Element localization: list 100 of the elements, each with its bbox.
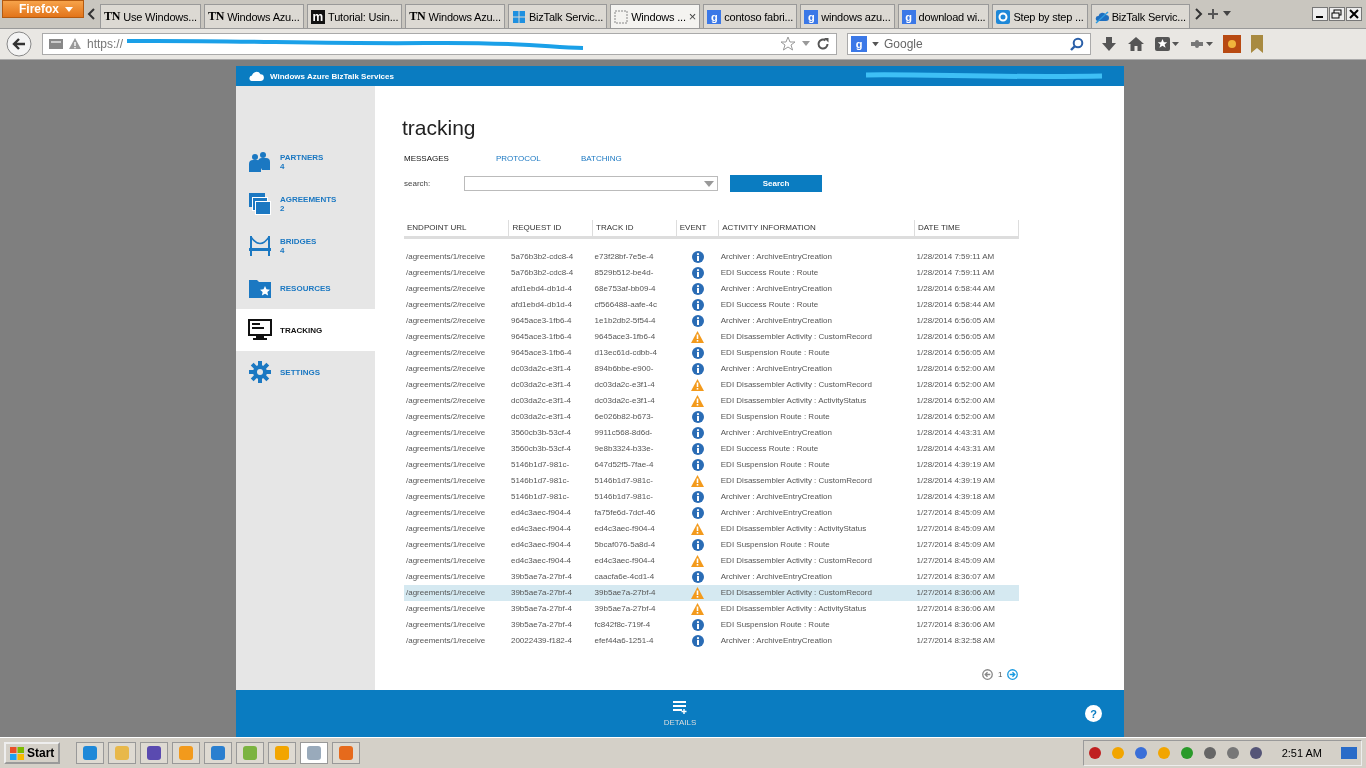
table-row[interactable]: /agreements/1/receive ed4c3aec-f904-4 5bcaf076-5a8d-4 EDI Suspension Route : Route 1/27/2014 8:45:09 AM [404,537,1019,553]
sidebar-item[interactable]: PARTNERS 4 [236,141,375,183]
table-row[interactable]: /agreements/1/receive ed4c3aec-f904-4 ed4c3aec-f904-4 EDI Disassembler Activity : CustomRecord 1/27/2014 8:45:09 AM [404,553,1019,569]
download-icon[interactable] [1101,36,1117,52]
browser-tab[interactable]: g contoso fabri... [703,4,798,28]
taskbar-app-icon[interactable] [332,742,361,764]
column-header[interactable]: EVENT [676,220,719,238]
column-header[interactable]: ACTIVITY INFORMATION [718,220,915,238]
previous-page-icon[interactable] [982,669,993,680]
table-row[interactable]: /agreements/1/receive 5146b1d7-981c- 5146b1d7-981c- EDI Disassembler Activity : CustomRecord 1/28/2014 4:39:19 AM [404,473,1019,489]
taskbar-app-icon[interactable] [172,742,201,764]
table-row[interactable]: /agreements/1/receive 39b5ae7a-27bf-4 caacfa6e-4cd1-4 Archiver : ArchiveEntryCreation 1/27/2014 8:36:07 AM [404,569,1019,585]
table-row[interactable]: /agreements/2/receive 9645ace3-1fb6-4 1e1b2db2-5f54-4 Archiver : ArchiveEntryCreation 1/28/2014 6:56:05 AM [404,313,1019,329]
table-row[interactable]: /agreements/1/receive 3560cb3b-53cf-4 9e8b3324-b33e- EDI Success Route : Route 1/28/2014 4:43:31 AM [404,441,1019,457]
browser-tab[interactable]: TN Windows Azu... [405,4,505,28]
tray-icon[interactable] [1225,746,1240,760]
caret-icon[interactable] [872,41,879,47]
table-row[interactable]: /agreements/2/receive dc03da2c-e3f1-4 dc03da2c-e3f1-4 EDI Disassembler Activity : ActivityStatus 1/28/2014 6:52:00 AM [404,393,1019,409]
browser-tab[interactable]: TN Windows Azu... [203,4,304,28]
browser-tab[interactable]: TN Use Windows... [100,4,201,28]
table-row[interactable]: /agreements/2/receive 9645ace3-1fb6-4 9645ace3-1fb6-4 EDI Disassembler Activity : CustomRecord 1/28/2014 6:56:05 AM [404,329,1019,345]
taskbar-app-icon[interactable] [300,742,329,764]
taskbar-app-icon[interactable] [204,742,233,764]
taskbar-app-icon[interactable] [236,742,265,764]
sidebar-item[interactable]: RESOURCES [236,267,375,309]
table-row[interactable]: /agreements/1/receive 5a76b3b2-cdc8-4 8529b512-be4d- EDI Success Route : Route 1/28/2014 7:59:11 AM [404,265,1019,281]
table-row[interactable]: /agreements/1/receive ed4c3aec-f904-4 fa75fe6d-7dcf-46 Archiver : ArchiveEntryCreation 1/27/2014 8:45:09 AM [404,505,1019,521]
table-row[interactable]: /agreements/1/receive 39b5ae7a-27bf-4 39b5ae7a-27bf-4 EDI Disassembler Activity : CustomRecord 1/27/2014 8:36:06 AM [404,585,1019,601]
sidebar-item[interactable]: SETTINGS [236,351,375,393]
scroll-left-icon[interactable] [87,8,97,20]
column-header[interactable]: DATE TIME [914,220,1019,238]
table-row[interactable]: /agreements/2/receive afd1ebd4-db1d-4 68e753af-bb09-4 Archiver : ArchiveEntryCreation 1/28/2014 6:58:44 AM [404,281,1019,297]
column-header[interactable]: ENDPOINT URL [404,220,509,238]
table-row[interactable]: /agreements/1/receive 5146b1d7-981c- 5146b1d7-981c- Archiver : ArchiveEntryCreation 1/28/2014 4:39:18 AM [404,489,1019,505]
sidebar-item[interactable]: TRACKING [236,309,375,351]
back-button[interactable] [6,31,32,57]
table-cell-text: Archiver : ArchiveEntryCreation [719,315,833,327]
home-icon[interactable] [1127,36,1145,52]
table-row[interactable]: /agreements/2/receive dc03da2c-e3f1-4 dc03da2c-e3f1-4 EDI Disassembler Activity : CustomRecord 1/28/2014 6:52:00 AM [404,377,1019,393]
tab[interactable]: PROTOCOL [496,154,581,163]
table-row[interactable]: /agreements/1/receive 39b5ae7a-27bf-4 39b5ae7a-27bf-4 EDI Disassembler Activity : ActivityStatus 1/27/2014 8:36:06 AM [404,601,1019,617]
table-cell-text: 1/27/2014 8:45:09 AM [915,523,996,535]
table-row[interactable]: /agreements/2/receive 9645ace3-1fb6-4 d13ec61d-cdbb-4 EDI Suspension Route : Route 1/28/2014 6:56:05 AM [404,345,1019,361]
minimize-icon[interactable] [1312,7,1328,21]
restore-icon[interactable] [1329,7,1345,21]
next-page-icon[interactable] [1007,669,1019,680]
browser-tab[interactable]: m Tutorial: Usin... [306,4,403,28]
taskbar-app-icon[interactable] [76,742,105,764]
browser-tab[interactable]: g windows azu... [800,4,895,28]
table-row[interactable]: /agreements/1/receive 3560cb3b-53cf-4 9911c568-8d6d- Archiver : ArchiveEntryCreation 1/28/2014 4:43:31 AM [404,425,1019,441]
taskbar-app-icon[interactable] [268,742,297,764]
table-cell-text: Archiver : ArchiveEntryCreation [719,635,833,647]
tray-icon[interactable] [1202,746,1217,760]
help-button[interactable]: ? [1085,705,1102,722]
close-tab-button[interactable]: × [688,9,697,24]
bookmark-icon[interactable] [1251,35,1263,53]
bookmark-star-icon[interactable] [780,36,796,52]
sidebar-item[interactable]: AGREEMENTS 2 [236,183,375,225]
search-field[interactable]: g Google [847,33,1091,55]
tab[interactable]: BATCHING [581,154,666,163]
browser-tab[interactable]: Step by step ... [992,4,1088,28]
table-cell: 39b5ae7a-27bf-4 [592,585,677,601]
column-header[interactable]: TRACK ID [592,220,677,238]
new-tab-icon[interactable] [1205,7,1220,21]
column-header[interactable]: REQUEST ID [508,220,593,238]
table-row[interactable]: /agreements/1/receive 5a76b3b2-cdc8-4 e73f28bf-7e5e-4 Archiver : ArchiveEntryCreation 1/28/2014 7:59:11 AM [404,237,1019,265]
addon-icon[interactable] [1223,35,1241,53]
taskbar-app-icon[interactable] [140,742,169,764]
browser-tab[interactable]: g download wi... [897,4,990,28]
tray-icon[interactable] [1248,746,1263,760]
table-cell-text: EDI Disassembler Activity : ActivityStatus [719,395,868,407]
taskbar-app-icon[interactable] [108,742,137,764]
table-row[interactable]: /agreements/2/receive afd1ebd4-db1d-4 cf566488-aafe-4c EDI Success Route : Route 1/28/2014 6:58:44 AM [404,297,1019,313]
table-row[interactable]: /agreements/1/receive ed4c3aec-f904-4 ed4c3aec-f904-4 EDI Disassembler Activity : ActivityStatus 1/27/2014 8:45:09 AM [404,521,1019,537]
sidebar-item[interactable]: BRIDGES 4 [236,225,375,267]
reload-icon[interactable] [816,37,830,51]
table-row[interactable]: /agreements/1/receive 20022439-f182-4 efef44a6-1251-4 Archiver : ArchiveEntryCreation 1/27/2014 8:32:58 AM [404,633,1019,649]
browser-tab[interactable]: BizTalk Servic... [1090,4,1190,28]
tray-icon[interactable] [1133,746,1148,760]
table-row[interactable]: /agreements/2/receive dc03da2c-e3f1-4 6e026b82-b673- EDI Suspension Route : Route 1/28/2014 6:52:00 AM [404,409,1019,425]
details-button[interactable]: DETAILS [663,700,697,727]
start-button[interactable]: Start [4,742,61,764]
browser-tab[interactable]: Windows ... × [610,4,701,28]
table-cell: /agreements/1/receive [404,585,509,601]
tray-icon[interactable] [1087,746,1102,760]
browser-tab[interactable]: BizTalk Servic... [507,4,608,28]
table-cell: EDI Disassembler Activity : CustomRecord [718,585,915,601]
caret-icon[interactable] [1222,11,1231,17]
address-bar[interactable]: https:// [42,33,837,55]
tray-icon[interactable] [1179,746,1194,760]
bookmarks-icon[interactable] [1155,36,1179,52]
scroll-right-icon[interactable] [1192,8,1203,20]
search-icon[interactable] [1070,37,1084,51]
table-row[interactable]: /agreements/1/receive 39b5ae7a-27bf-4 fc842f8c-719f-4 EDI Suspension Route : Route 1/27/2014 8:36:06 AM [404,617,1019,633]
search-dropdown[interactable] [464,176,718,191]
close-icon[interactable] [1346,7,1362,21]
tab[interactable]: MESSAGES [404,154,496,163]
table-row[interactable]: /agreements/2/receive dc03da2c-e3f1-4 894b6bbe-e900- Archiver : ArchiveEntryCreation 1/28/2014 6:52:00 AM [404,361,1019,377]
table-row[interactable]: /agreements/1/receive 5146b1d7-981c- 647d52f5-7fae-4 EDI Suspension Route : Route 1/28/2014 4:39:19 AM [404,457,1019,473]
search-button[interactable]: Search [730,175,822,192]
